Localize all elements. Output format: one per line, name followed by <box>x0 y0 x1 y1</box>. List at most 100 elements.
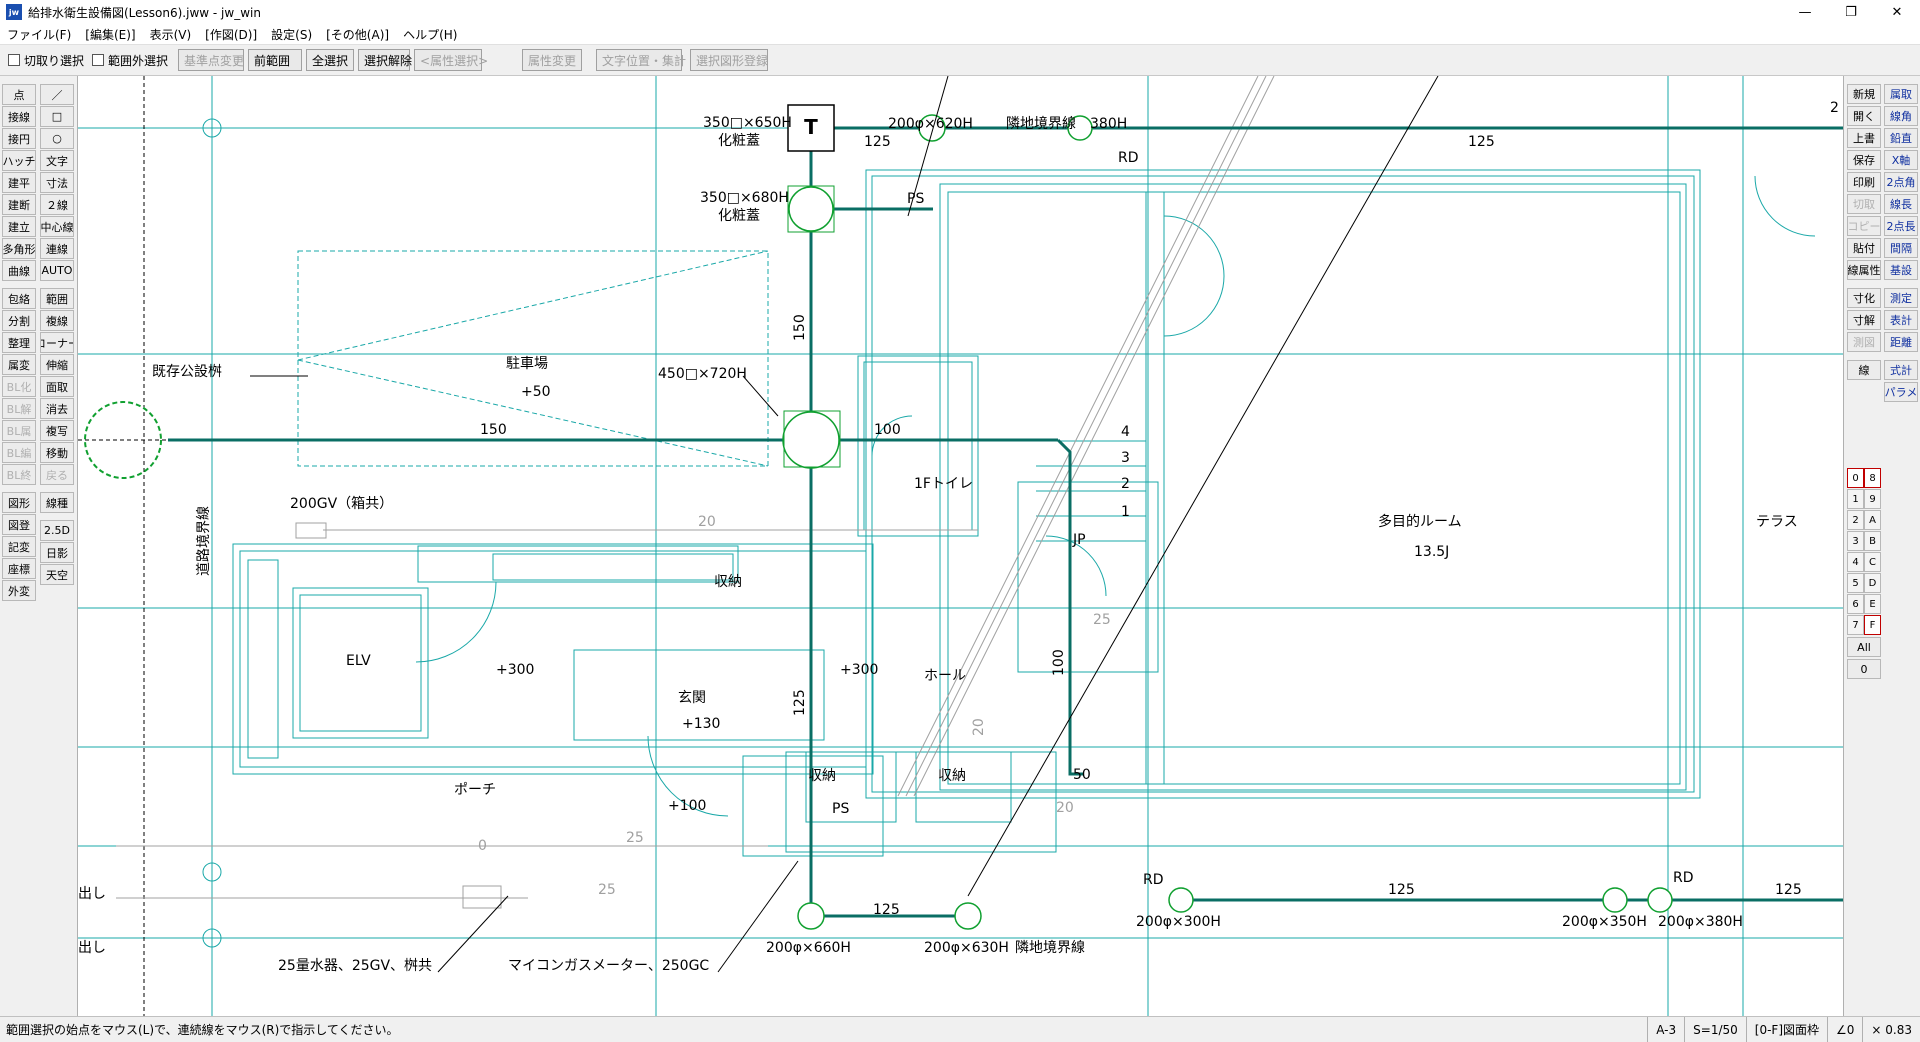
left-tool-button[interactable]: 接円 <box>2 128 36 149</box>
right-tool-button[interactable]: 新規 <box>1847 84 1881 104</box>
left-tool-button[interactable]: 複線 <box>40 310 74 331</box>
checkbox-box[interactable] <box>92 54 105 66</box>
left-tool-button[interactable]: 消去 <box>40 398 74 419</box>
layer-button[interactable]: 5 <box>1847 573 1864 593</box>
left-tool-button[interactable]: BL編 <box>2 442 36 463</box>
right-tool-button[interactable]: 線属性 <box>1847 260 1881 280</box>
menu-view[interactable]: 表示(V) <box>143 26 199 43</box>
text-position-button[interactable]: 文字位置・集計 <box>596 49 686 71</box>
right-tool-button[interactable]: 線長 <box>1884 194 1918 214</box>
base-point-change-button[interactable]: 基準点変更 <box>178 49 244 71</box>
restore-button[interactable]: ❐ <box>1828 0 1874 24</box>
left-tool-button[interactable]: 図登 <box>2 514 36 535</box>
right-tool-button[interactable]: 2点角 <box>1884 172 1918 192</box>
left-tool-button[interactable]: 移動 <box>40 442 74 463</box>
right-tool-button[interactable]: 線 <box>1847 360 1881 380</box>
left-tool-button[interactable]: 範囲 <box>40 288 74 309</box>
right-tool-button[interactable]: 間隔 <box>1884 238 1918 258</box>
left-tool-button[interactable]: 座標 <box>2 558 36 579</box>
right-tool-button[interactable]: コピー <box>1847 216 1881 236</box>
left-tool-button[interactable]: 属変 <box>2 354 36 375</box>
right-tool-button[interactable]: X軸 <box>1884 150 1918 170</box>
layer-zero-button[interactable]: 0 <box>1847 659 1881 679</box>
right-tool-button[interactable]: 式計 <box>1884 360 1918 380</box>
layer-button[interactable]: 2 <box>1847 510 1864 530</box>
right-tool-button[interactable]: 鉛直 <box>1884 128 1918 148</box>
attribute-change-button[interactable]: 属性変更 <box>522 49 583 71</box>
layer-button[interactable]: E <box>1864 594 1881 614</box>
right-tool-button[interactable]: 貼付 <box>1847 238 1881 258</box>
layer-button[interactable]: 0 <box>1847 468 1864 488</box>
right-tool-button[interactable]: 表計 <box>1884 310 1918 330</box>
left-tool-button[interactable]: 面取 <box>40 376 74 397</box>
left-tool-button[interactable]: 日影 <box>40 542 74 563</box>
menu-other[interactable]: [その他(A)] <box>319 26 396 43</box>
left-tool-button[interactable]: BL解 <box>2 398 36 419</box>
left-tool-button[interactable]: □ <box>40 106 74 127</box>
layer-button[interactable]: 1 <box>1847 489 1864 509</box>
layer-indicator[interactable]: [0-F]図面枠 <box>1745 1017 1827 1042</box>
left-tool-button[interactable]: 接線 <box>2 106 36 127</box>
right-tool-button[interactable]: 保存 <box>1847 150 1881 170</box>
left-tool-button[interactable]: 記変 <box>2 536 36 557</box>
layer-button[interactable]: 7 <box>1847 615 1864 635</box>
left-tool-button[interactable]: BL終 <box>2 464 36 485</box>
left-tool-button[interactable]: 整理 <box>2 332 36 353</box>
paper-size[interactable]: A-3 <box>1647 1017 1684 1042</box>
menu-file[interactable]: ファイル(F) <box>0 26 78 43</box>
left-tool-button[interactable]: 分割 <box>2 310 36 331</box>
drawing-svg[interactable]: T 350□×650H 化粧蓋 350□×680H 化粧蓋 450□×720H … <box>78 76 1843 1016</box>
deselect-button[interactable]: 選択解除 <box>358 49 412 71</box>
layer-button[interactable]: C <box>1864 552 1881 572</box>
right-tool-button[interactable]: 基設 <box>1884 260 1918 280</box>
drawing-canvas[interactable]: T 350□×650H 化粧蓋 350□×680H 化粧蓋 450□×720H … <box>78 76 1843 1016</box>
close-button[interactable]: ✕ <box>1874 0 1920 24</box>
right-tool-button[interactable]: 線角 <box>1884 106 1918 126</box>
layer-button[interactable]: 8 <box>1864 468 1881 488</box>
register-figure-button[interactable]: 選択図形登録 <box>690 49 768 71</box>
right-tool-button[interactable]: 印刷 <box>1847 172 1881 192</box>
right-tool-button[interactable]: 開く <box>1847 106 1881 126</box>
scale-indicator[interactable]: S=1/50 <box>1684 1017 1746 1042</box>
layer-button[interactable]: 9 <box>1864 489 1881 509</box>
right-tool-button[interactable]: 距離 <box>1884 332 1918 352</box>
menu-edit[interactable]: [編集(E)] <box>78 26 142 43</box>
layer-button[interactable]: 6 <box>1847 594 1864 614</box>
menu-help[interactable]: ヘルプ(H) <box>396 26 464 43</box>
left-tool-button[interactable]: 図形 <box>2 492 36 513</box>
layer-button[interactable]: B <box>1864 531 1881 551</box>
menu-settings[interactable]: 設定(S) <box>264 26 319 43</box>
layer-button[interactable]: A <box>1864 510 1881 530</box>
right-tool-button[interactable]: 測図 <box>1847 332 1881 352</box>
right-tool-button[interactable]: 寸化 <box>1847 288 1881 308</box>
cut-select-checkbox[interactable]: 切取り選択 <box>8 52 84 69</box>
left-tool-button[interactable]: 戻る <box>40 464 74 485</box>
left-tool-button[interactable]: 伸縮 <box>40 354 74 375</box>
right-tool-button[interactable]: 寸解 <box>1847 310 1881 330</box>
menu-draw[interactable]: [作図(D)] <box>198 26 264 43</box>
outside-select-checkbox[interactable]: 範囲外選択 <box>92 52 168 69</box>
left-tool-button[interactable]: 天空 <box>40 564 74 585</box>
layer-button[interactable]: D <box>1864 573 1881 593</box>
left-tool-button[interactable]: ／ <box>40 84 74 105</box>
left-tool-button[interactable]: 寸法 <box>40 172 74 193</box>
layer-button[interactable]: 4 <box>1847 552 1864 572</box>
zoom-indicator[interactable]: × 0.83 <box>1862 1017 1920 1042</box>
left-tool-button[interactable]: ハッチ <box>2 150 36 171</box>
select-all-button[interactable]: 全選択 <box>306 49 355 71</box>
right-tool-button[interactable]: 上書 <box>1847 128 1881 148</box>
left-tool-button[interactable]: 建断 <box>2 194 36 215</box>
left-tool-button[interactable]: 点 <box>2 84 36 105</box>
left-tool-button[interactable]: 建立 <box>2 216 36 237</box>
left-tool-button[interactable]: ２線 <box>40 194 74 215</box>
right-tool-button[interactable]: 属取 <box>1884 84 1918 104</box>
right-tool-button[interactable]: パラメ <box>1884 382 1918 402</box>
attribute-select-button[interactable]: <属性選択> <box>414 49 488 71</box>
left-tool-button[interactable]: BL化 <box>2 376 36 397</box>
left-tool-button[interactable]: 包絡 <box>2 288 36 309</box>
left-tool-button[interactable]: 線種 <box>40 492 74 513</box>
left-tool-button[interactable]: 外変 <box>2 580 36 601</box>
left-tool-button[interactable]: 文字 <box>40 150 74 171</box>
left-tool-button[interactable]: AUTO <box>40 260 74 281</box>
right-tool-button[interactable]: 切取 <box>1847 194 1881 214</box>
